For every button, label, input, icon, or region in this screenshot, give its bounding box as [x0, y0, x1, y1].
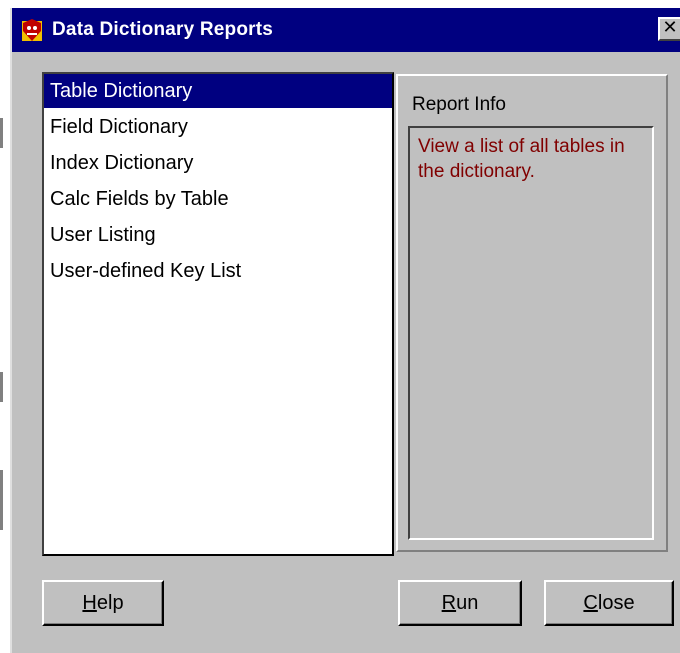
app-icon[interactable]: [19, 17, 45, 43]
title-bar[interactable]: Data Dictionary Reports ✕: [12, 8, 680, 52]
report-info-group: Report Info View a list of all tables in…: [396, 74, 668, 552]
run-mnemonic: R: [441, 592, 457, 614]
list-item-index-dictionary[interactable]: Index Dictionary: [44, 146, 392, 182]
close-button[interactable]: Close: [544, 580, 674, 626]
run-button[interactable]: Run: [398, 580, 522, 626]
window-title: Data Dictionary Reports: [52, 19, 274, 40]
window-edge: [6, 0, 9, 653]
report-description: View a list of all tables in the diction…: [418, 136, 625, 182]
close-label: lose: [597, 592, 635, 614]
list-item-user-listing[interactable]: User Listing: [44, 218, 392, 254]
report-info-label: Report Info: [412, 94, 506, 115]
list-item-table-dictionary[interactable]: Table Dictionary: [44, 74, 392, 110]
list-item-user-defined-key-list[interactable]: User-defined Key List: [44, 254, 392, 290]
edge-mark: [0, 118, 3, 148]
edge-mark: [0, 470, 3, 530]
edge-mark: [0, 372, 3, 402]
help-mnemonic: H: [82, 592, 97, 614]
help-label: elp: [96, 592, 124, 614]
help-button[interactable]: Help: [42, 580, 164, 626]
close-window-button[interactable]: ✕: [658, 17, 680, 41]
report-listbox[interactable]: Table Dictionary Field Dictionary Index …: [42, 72, 394, 556]
report-info-box: View a list of all tables in the diction…: [408, 126, 654, 540]
close-mnemonic: C: [583, 592, 598, 614]
close-icon: ✕: [662, 17, 678, 38]
list-item-calc-fields-by-table[interactable]: Calc Fields by Table: [44, 182, 392, 218]
dialog-window: Data Dictionary Reports ✕ Table Dictiona…: [10, 8, 680, 653]
list-item-field-dictionary[interactable]: Field Dictionary: [44, 110, 392, 146]
run-label: un: [456, 592, 479, 614]
